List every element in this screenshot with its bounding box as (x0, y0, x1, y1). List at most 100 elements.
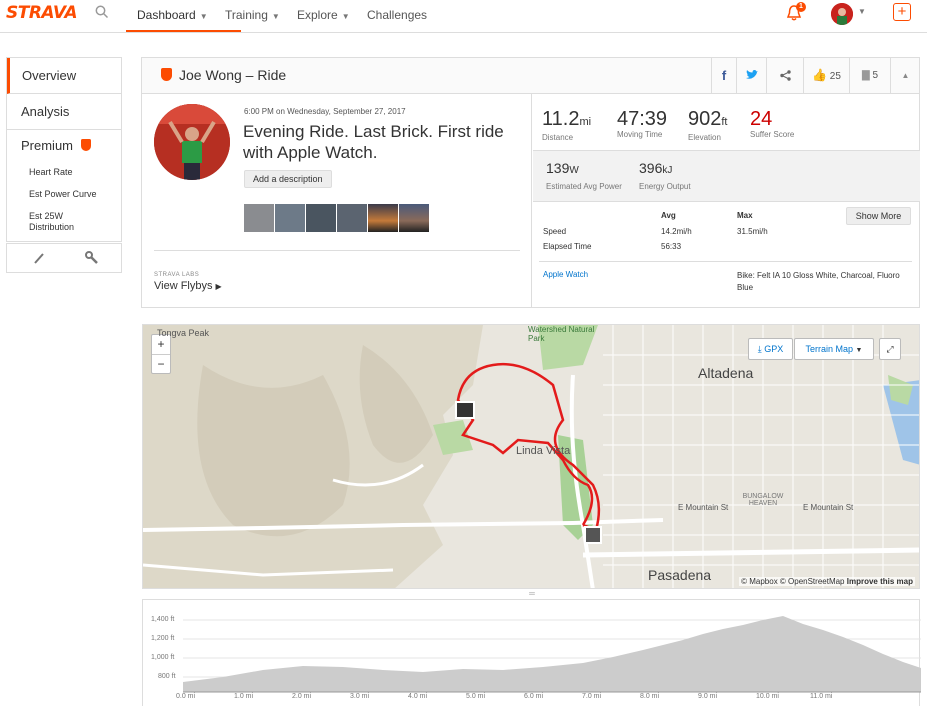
sidebar-item-analysis[interactable]: Analysis (7, 94, 121, 130)
photo-thumbnail[interactable] (275, 204, 305, 232)
stat-avg-power-label: Estimated Avg Power (546, 182, 622, 191)
zoom-out-button[interactable]: − (152, 354, 170, 373)
sidebar-item-heart-rate[interactable]: Heart Rate (7, 163, 121, 182)
athlete-profile-photo[interactable] (154, 104, 230, 180)
photo-thumbnail[interactable] (244, 204, 274, 232)
table-header-avg: Avg (661, 211, 676, 220)
elevation-profile (183, 616, 921, 693)
add-activity-button[interactable]: + (893, 3, 911, 21)
view-flybys-label: View Flybys (154, 280, 213, 292)
device-link[interactable]: Apple Watch (543, 270, 588, 279)
map-attribution: © Mapbox © OpenStreetMap Improve this ma… (739, 577, 915, 586)
table-row-speed-avg: 14.2mi/h (661, 227, 692, 236)
map-resize-handle[interactable]: ═ (527, 589, 537, 598)
photo-thumbnails (244, 204, 430, 237)
map-label: Tongva Peak (157, 328, 210, 338)
kudos-button[interactable]: 👍 25 (803, 58, 849, 93)
table-header-max: Max (737, 211, 753, 220)
fullscreen-icon: ⤢ (886, 344, 894, 354)
chevron-down-icon: ▼ (199, 12, 208, 21)
map-label: Linda Vista (516, 445, 571, 457)
fullscreen-button[interactable]: ⤢ (879, 338, 901, 360)
nav-training[interactable]: Training ▼ (225, 0, 280, 33)
chevron-down-icon[interactable]: ▼ (858, 7, 866, 16)
chevron-right-icon: ▶ (215, 282, 222, 291)
shield-icon (161, 68, 172, 81)
divider (539, 261, 912, 262)
pencil-icon[interactable] (32, 251, 46, 265)
share-button[interactable] (766, 58, 803, 93)
kudos-count: 25 (829, 71, 841, 82)
nav-explore-label: Explore (297, 8, 338, 22)
x-tick: 5.0 mi (466, 693, 486, 700)
table-row-elapsed-avg: 56:33 (661, 242, 682, 251)
gpx-download-button[interactable]: ⤓ GPX (748, 338, 793, 360)
collapse-button[interactable]: ▲ (890, 58, 920, 93)
nav-dashboard[interactable]: Dashboard ▼ (126, 0, 241, 32)
y-tick: 1,000 ft (151, 654, 175, 661)
zoom-controls: + − (151, 334, 171, 374)
stat-elevation-label: Elevation (688, 133, 721, 142)
activity-header: Joe Wong – Ride f 👍 25 ▇ 5 ▲ (142, 58, 919, 94)
show-more-button[interactable]: Show More (846, 207, 911, 225)
facebook-share-button[interactable]: f (711, 58, 736, 93)
x-tick: 8.0 mi (640, 693, 660, 700)
stat-avg-power: 139W Estimated Avg Power (546, 157, 626, 191)
strava-labs-label: STRAVA LABS (154, 272, 200, 278)
strava-logo[interactable]: STRAVA (6, 3, 78, 23)
comments-button[interactable]: ▇ 5 (849, 58, 890, 93)
wrench-icon[interactable] (85, 251, 99, 265)
stat-energy-value: 396 (639, 160, 663, 176)
stat-elevation-value: 902 (688, 108, 722, 130)
stat-distance: 11.2mi Distance (542, 108, 591, 142)
photo-thumbnail[interactable] (399, 204, 429, 232)
map-label: E Mountain St (803, 503, 854, 512)
x-tick: 3.0 mi (350, 693, 370, 700)
table-row-elapsed-label: Elapsed Time (543, 242, 592, 251)
y-tick: 1,200 ft (151, 635, 175, 642)
map-type-select[interactable]: Terrain Map ▼ (794, 338, 874, 360)
nav-challenges[interactable]: Challenges (367, 0, 427, 33)
table-row-speed-label: Speed (543, 227, 567, 236)
stat-elevation-unit: ft (721, 116, 728, 128)
stat-energy-label: Energy Output (639, 182, 691, 191)
map-label: BUNGALOW HEAVEN (742, 493, 784, 507)
activity-title: Evening Ride. Last Brick. First ride wit… (243, 122, 504, 162)
x-tick: 0.0 mi (176, 693, 196, 700)
sidebar-item-power-distribution[interactable]: Est 25W Distribution (7, 207, 97, 241)
photo-thumbnail[interactable] (368, 204, 398, 232)
sidebar-premium[interactable]: Premium (7, 130, 121, 157)
photo-thumbnail[interactable] (306, 204, 336, 232)
route-map[interactable]: + − ⤓ GPX Terrain Map ▼ ⤢ Tongva Peak Wa… (142, 324, 920, 589)
premium-shield-icon (81, 139, 92, 151)
sidebar-item-power-curve[interactable]: Est Power Curve (7, 185, 121, 204)
view-flybys-link[interactable]: View Flybys ▶ (154, 280, 222, 292)
x-tick: 9.0 mi (698, 693, 718, 700)
chevron-down-icon: ▼ (341, 12, 350, 21)
nav-explore[interactable]: Explore ▼ (297, 0, 350, 33)
improve-map-link[interactable]: Improve this map (847, 577, 913, 586)
nav-training-label: Training (225, 8, 268, 22)
elevation-chart[interactable]: 1,400 ft 1,200 ft 1,000 ft 800 ft 0.0 mi… (142, 599, 921, 706)
x-tick: 7.0 mi (582, 693, 602, 700)
stat-suffer-score-label: Suffer Score (750, 130, 795, 139)
user-avatar[interactable] (831, 3, 853, 25)
sidebar-tools (6, 243, 122, 273)
map-canvas (143, 325, 919, 588)
activity-header-title: Joe Wong – Ride (179, 67, 287, 83)
comment-icon: ▇ (861, 70, 870, 81)
premium-label: Premium (21, 138, 74, 153)
twitter-share-button[interactable] (736, 58, 766, 93)
activity-stats-pane: 11.2mi Distance 47:39 Moving Time 902ft Ele… (533, 94, 920, 308)
map-type-label: Terrain Map (805, 344, 854, 354)
add-description-button[interactable]: Add a description (244, 170, 332, 188)
stat-suffer-score[interactable]: 24 Suffer Score (750, 108, 794, 139)
search-icon[interactable] (95, 5, 109, 19)
stat-avg-power-unit: W (569, 165, 579, 176)
notification-badge: 1 (796, 2, 806, 12)
stat-moving-time-label: Moving Time (617, 130, 663, 139)
download-icon: ⤓ (757, 344, 762, 354)
stat-distance-unit: mi (579, 116, 592, 128)
photo-thumbnail[interactable] (337, 204, 367, 232)
sidebar-item-overview[interactable]: Overview (7, 58, 121, 94)
